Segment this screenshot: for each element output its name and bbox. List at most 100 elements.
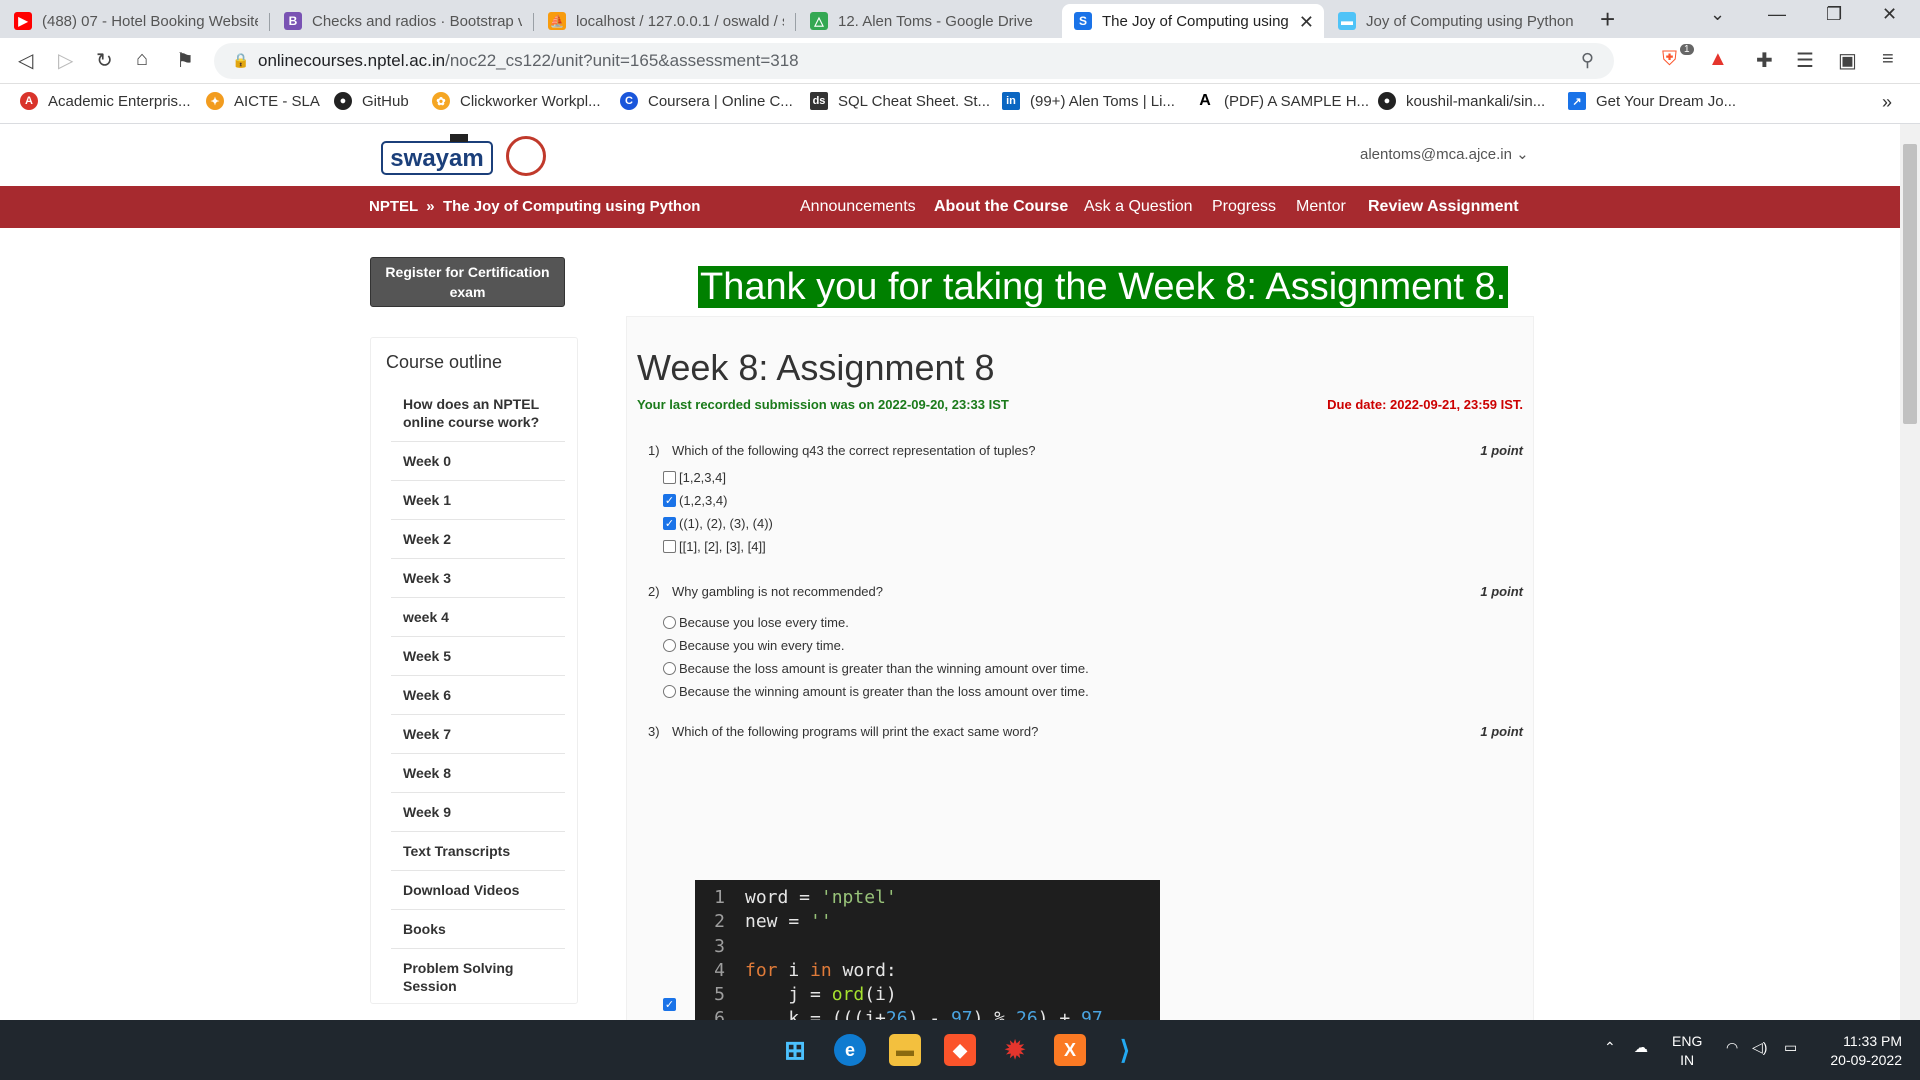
windows-start-icon[interactable]: ⊞ [779,1034,811,1066]
outline-item[interactable]: Week 7 [391,715,565,754]
radio[interactable] [663,662,676,675]
outline-item[interactable]: week 4 [391,598,565,637]
tab-joy-of-computing-doc[interactable]: ▬ Joy of Computing using Python [1326,4,1588,38]
bookmark-item[interactable]: A (PDF) A SAMPLE H... [1196,92,1369,110]
bookmark-item[interactable]: ● GitHub [334,92,409,110]
tab-youtube[interactable]: ▶ (488) 07 - Hotel Booking Website [2,4,270,38]
tab-bootstrap[interactable]: B Checks and radios · Bootstrap v5 [272,4,534,38]
register-certification-button[interactable]: Register for Certification exam [370,257,565,307]
nav-ask-question[interactable]: Ask a Question [1084,198,1193,216]
nav-review-assignment[interactable]: Review Assignment [1368,198,1519,216]
tab-search-chevron-icon[interactable]: ⌄ [1710,4,1725,25]
q2-option-3[interactable]: Because the loss amount is greater than … [663,661,1089,676]
line-number: 6 [714,1008,725,1020]
bookmark-item[interactable]: ds SQL Cheat Sheet. St... [810,92,990,110]
bookmark-icon[interactable]: ⚑ [176,48,194,73]
outline-item[interactable]: Download Videos [391,871,565,910]
line-number: 5 [714,984,725,1006]
outline-item[interactable]: Week 3 [391,559,565,598]
close-tab-icon[interactable]: ✕ [1299,12,1314,33]
minimize-icon[interactable]: — [1768,4,1786,25]
bootstrap-icon: B [284,12,302,30]
tab-google-drive[interactable]: △ 12. Alen Toms - Google Drive [798,4,1060,38]
brave-browser-icon[interactable]: ◆ [944,1034,976,1066]
bookmark-item[interactable]: ● koushil-mankali/sin... [1378,92,1545,110]
outline-item[interactable]: Week 1 [391,481,565,520]
q1-option-4[interactable]: [[1], [2], [3], [4]] [663,539,766,554]
bookmark-item[interactable]: ✿ Clickworker Workpl... [432,92,601,110]
forward-icon[interactable]: ▷ [58,48,73,73]
bookmark-item[interactable]: ↗ Get Your Dream Jo... [1568,92,1736,110]
nav-announcements[interactable]: Announcements [800,198,916,216]
nav-mentor[interactable]: Mentor [1296,198,1346,216]
checkbox[interactable] [663,540,676,553]
tab-joy-of-computing-active[interactable]: S The Joy of Computing using ✕ [1062,4,1324,38]
bookmark-item[interactable]: ✦ AICTE - SLA [206,92,320,110]
outline-item[interactable]: Text Transcripts [391,832,565,871]
vscode-icon[interactable]: ⟩ [1109,1034,1141,1066]
restore-icon[interactable]: ❐ [1826,4,1842,25]
outline-item[interactable]: Week 5 [391,637,565,676]
option-label: [[1], [2], [3], [4]] [679,539,766,554]
xampp-icon[interactable]: X [1054,1034,1086,1066]
zoom-icon[interactable]: ⚲ [1581,50,1594,71]
outline-item[interactable]: Week 2 [391,520,565,559]
checkbox[interactable] [663,471,676,484]
wallet-icon[interactable]: ▣ [1838,48,1857,73]
home-icon[interactable]: ⌂ [136,48,148,71]
user-menu[interactable]: alentoms@mca.ajce.in ⌄ [1360,145,1529,163]
nav-progress[interactable]: Progress [1212,198,1276,216]
brave-shield-icon[interactable]: ⛨ [1662,48,1677,71]
q2-option-2[interactable]: Because you win every time. [663,638,844,653]
tab-phpmyadmin[interactable]: ⛵ localhost / 127.0.0.1 / oswald / s [536,4,796,38]
q2-option-1[interactable]: Because you lose every time. [663,615,849,630]
checkbox-checked[interactable]: ✓ [663,517,676,530]
radio[interactable] [663,685,676,698]
brave-rewards-icon[interactable]: ▲ [1708,48,1728,71]
course-navbar: NPTEL » The Joy of Computing using Pytho… [0,186,1900,228]
close-window-icon[interactable]: ✕ [1882,4,1897,25]
outline-item[interactable]: Problem Solving Session [391,949,565,1005]
q1-option-2[interactable]: ✓ (1,2,3,4) [663,493,727,508]
outline-item[interactable]: Week 8 [391,754,565,793]
radio[interactable] [663,639,676,652]
media-icon[interactable]: ☰ [1796,48,1814,73]
onedrive-cloud-icon[interactable]: ☁ [1634,1038,1648,1057]
breadcrumb-root[interactable]: NPTEL [369,198,418,215]
option-label: Because the winning amount is greater th… [679,684,1089,699]
app-icon[interactable]: ✹ [999,1034,1031,1066]
outline-item[interactable]: Week 6 [391,676,565,715]
bookmark-item[interactable]: C Coursera | Online C... [620,92,793,110]
outline-item[interactable]: Week 0 [391,442,565,481]
page-scrollbar[interactable] [1900,124,1920,1020]
scrollbar-thumb[interactable] [1903,144,1917,424]
bookmark-item[interactable]: A Academic Enterpris... [20,92,191,110]
file-explorer-icon[interactable]: ▬ [889,1034,921,1066]
extensions-icon[interactable]: ✚ [1756,48,1773,73]
menu-icon[interactable]: ≡ [1882,48,1894,71]
q1-option-3[interactable]: ✓ ((1), (2), (3), (4)) [663,516,773,531]
back-icon[interactable]: ◁ [18,48,33,73]
show-hidden-icons-chevron-icon[interactable]: ⌃ [1604,1038,1616,1057]
q1-option-1[interactable]: [1,2,3,4] [663,470,726,485]
checkbox-checked[interactable]: ✓ [663,494,676,507]
breadcrumb-course[interactable]: The Joy of Computing using Python [443,198,700,215]
address-bar[interactable]: 🔒 onlinecourses.nptel.ac.in/noc22_cs122/… [214,43,1614,79]
outline-item[interactable]: Books [391,910,565,949]
q2-option-4[interactable]: Because the winning amount is greater th… [663,684,1089,699]
battery-icon[interactable]: ▭ [1784,1038,1797,1057]
q3-option-1-checkbox-checked[interactable]: ✓ [663,998,676,1011]
edge-icon[interactable]: e [834,1034,866,1066]
wifi-icon[interactable]: ◠ [1726,1038,1738,1057]
bookmarks-overflow-icon[interactable]: » [1882,92,1892,113]
new-tab-icon[interactable]: + [1600,4,1615,35]
outline-item[interactable]: Week 9 [391,793,565,832]
volume-icon[interactable]: ◁) [1752,1038,1767,1057]
clock[interactable]: 11:33 PM 20-09-2022 [1816,1032,1902,1070]
radio[interactable] [663,616,676,629]
language-indicator[interactable]: ENG IN [1672,1032,1702,1070]
nav-about-course[interactable]: About the Course [934,198,1068,216]
reload-icon[interactable]: ↻ [96,48,113,73]
outline-item[interactable]: How does an NPTEL online course work? [391,385,565,442]
bookmark-item[interactable]: in (99+) Alen Toms | Li... [1002,92,1175,110]
